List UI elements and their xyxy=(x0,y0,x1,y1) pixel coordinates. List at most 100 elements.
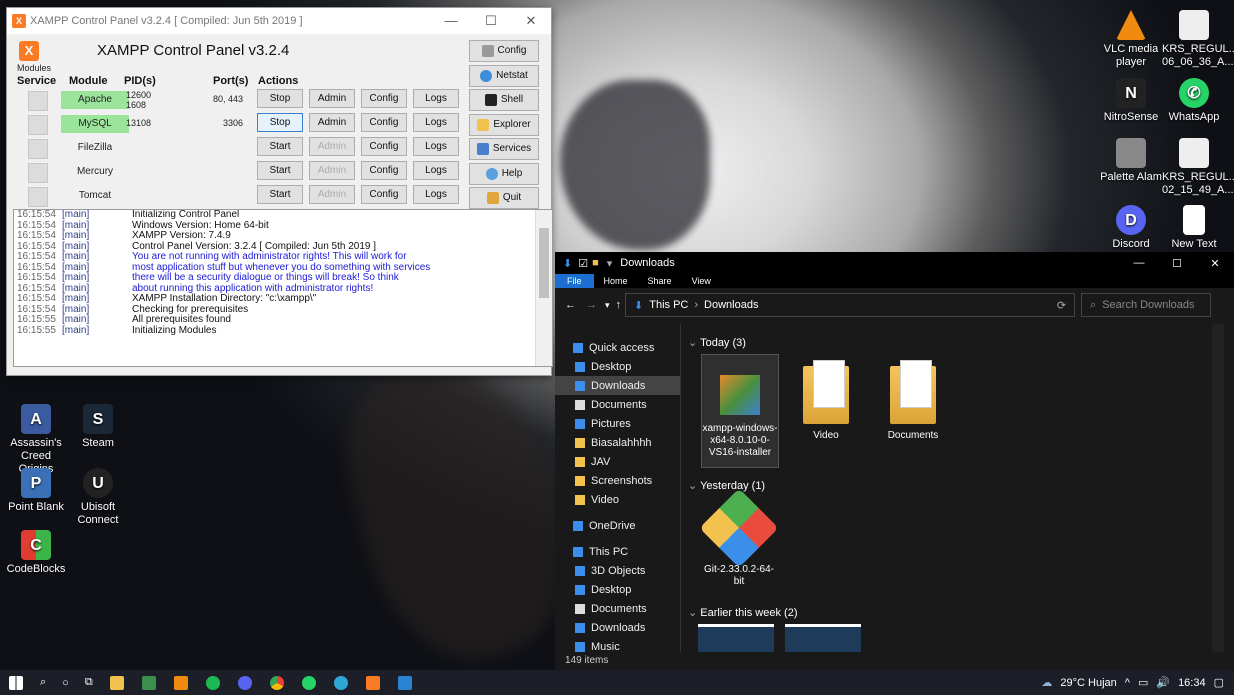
maximize-button[interactable]: ☐ xyxy=(1158,257,1196,270)
explorer-titlebar[interactable]: ⬇ ☑ ■ ▾ Downloads — ☐ ✕ xyxy=(555,252,1234,274)
thumbnail[interactable] xyxy=(785,624,861,652)
address-bar[interactable]: ⬇ This PC › Downloads ⟳ xyxy=(625,293,1076,317)
quit-button[interactable]: Quit xyxy=(469,187,539,209)
desktop-icon-pointblank[interactable]: P Point Blank xyxy=(4,468,68,514)
config-button[interactable]: Config xyxy=(361,113,407,132)
breadcrumb-downloads[interactable]: Downloads xyxy=(704,299,758,311)
nav-item-biasalahhhh[interactable]: Biasalahhhh xyxy=(555,433,680,452)
shell-button[interactable]: Shell xyxy=(469,89,539,111)
desktop-icon-steam[interactable]: S Steam xyxy=(66,404,130,450)
close-button[interactable]: ✕ xyxy=(511,13,551,29)
logs-button[interactable]: Logs xyxy=(413,113,459,132)
service-checkbox[interactable] xyxy=(28,163,48,183)
folder-documents[interactable]: Documents xyxy=(875,354,951,442)
logs-button[interactable]: Logs xyxy=(413,185,459,204)
nav-item-documents[interactable]: Documents xyxy=(555,395,680,414)
group-yesterday[interactable]: Yesterday (1) xyxy=(688,479,765,492)
notification-icon[interactable]: ▢ xyxy=(1214,676,1224,689)
nav-item-video[interactable]: Video xyxy=(555,490,680,509)
maximize-button[interactable]: ☐ xyxy=(471,13,511,29)
tab-file[interactable]: File xyxy=(555,274,594,288)
search-icon[interactable]: ⌕ xyxy=(40,676,46,689)
stop-button[interactable]: Stop xyxy=(257,113,303,132)
xampp-icon[interactable] xyxy=(365,675,380,690)
start-button[interactable]: Start xyxy=(257,161,303,180)
service-checkbox[interactable] xyxy=(28,187,48,207)
nav-item-desktop[interactable]: Desktop xyxy=(555,580,680,599)
windows-start-icon[interactable] xyxy=(9,675,23,690)
config-side-button[interactable]: Config xyxy=(469,40,539,62)
desktop-icon-newtext[interactable]: New Text xyxy=(1162,205,1226,251)
nav-item-this-pc[interactable]: This PC xyxy=(555,542,678,561)
vlc-icon[interactable] xyxy=(173,675,188,690)
desktop-icon-codeblocks[interactable]: C CodeBlocks xyxy=(4,530,68,576)
edge-icon[interactable] xyxy=(333,675,348,690)
volume-icon[interactable]: 🔊 xyxy=(1156,676,1170,689)
minimize-button[interactable]: — xyxy=(1120,257,1158,270)
logs-button[interactable]: Logs xyxy=(413,161,459,180)
desktop-icon-krs1[interactable]: KRS_REGUL... 06_06_36_A... xyxy=(1162,10,1234,69)
nav-item-documents[interactable]: Documents xyxy=(555,599,680,618)
config-button[interactable]: Config xyxy=(361,89,407,108)
refresh-icon[interactable]: ⟳ xyxy=(1057,299,1066,312)
logs-button[interactable]: Logs xyxy=(413,89,459,108)
desktop-icon-vlc[interactable]: VLC media player xyxy=(1099,10,1163,69)
services-button[interactable]: Services xyxy=(469,138,539,160)
nav-item-downloads[interactable]: Downloads xyxy=(555,376,680,395)
desktop-icon-nitrosense[interactable]: N NitroSense xyxy=(1099,78,1163,124)
desktop-icon-palette[interactable]: Palette Alam xyxy=(1099,138,1163,184)
close-button[interactable]: ✕ xyxy=(1196,257,1234,270)
service-checkbox[interactable] xyxy=(28,91,48,111)
service-checkbox[interactable] xyxy=(28,139,48,159)
whatsapp-icon[interactable] xyxy=(301,675,316,690)
admin-button[interactable]: Admin xyxy=(309,113,355,132)
service-checkbox[interactable] xyxy=(28,115,48,135)
recent-chevron-icon[interactable]: ▾ xyxy=(605,300,610,311)
desktop-icon-krs2[interactable]: KRS_REGUL... 02_15_49_A... xyxy=(1162,138,1234,197)
config-button[interactable]: Config xyxy=(361,185,407,204)
nav-item-3d-objects[interactable]: 3D Objects xyxy=(555,561,680,580)
config-button[interactable]: Config xyxy=(361,137,407,156)
file-item-xampp-installer[interactable]: xampp-windows-x64-8.0.10-0-VS16-installe… xyxy=(701,354,779,468)
file-list-scrollbar[interactable] xyxy=(1212,324,1224,652)
forward-icon[interactable]: → xyxy=(586,299,597,311)
nav-item-downloads[interactable]: Downloads xyxy=(555,618,680,637)
quick-access-toolbar-icon[interactable]: ☑ xyxy=(578,257,588,270)
up-icon[interactable]: ↑ xyxy=(616,299,622,311)
xampp-titlebar[interactable]: X XAMPP Control Panel v3.2.4 [ Compiled:… xyxy=(7,8,551,34)
log-scrollbar[interactable] xyxy=(535,210,552,366)
desktop-icon-whatsapp[interactable]: ✆ WhatsApp xyxy=(1162,78,1226,124)
task-view-icon[interactable]: ⧉ xyxy=(85,676,93,689)
nav-item-screenshots[interactable]: Screenshots xyxy=(555,471,680,490)
tab-home[interactable]: Home xyxy=(594,276,638,286)
chevron-down-icon[interactable]: ▾ xyxy=(607,257,613,270)
desktop-icon-ubisoft[interactable]: U Ubisoft Connect xyxy=(66,468,130,527)
weather-text[interactable]: 29°C Hujan xyxy=(1060,677,1116,689)
clock[interactable]: 16:34 xyxy=(1178,677,1206,689)
nav-item-quick-access[interactable]: Quick access xyxy=(555,338,678,357)
netstat-button[interactable]: Netstat xyxy=(469,65,539,87)
logs-button[interactable]: Logs xyxy=(413,137,459,156)
start-button[interactable]: Start xyxy=(257,137,303,156)
explorer-button[interactable]: Explorer xyxy=(469,114,539,136)
log-panel[interactable]: 16:15:54 [main] Initializing Control Panel… xyxy=(13,209,553,367)
minimize-button[interactable]: — xyxy=(431,13,471,29)
desktop-icon-discord[interactable]: D Discord xyxy=(1099,205,1163,251)
tab-view[interactable]: View xyxy=(682,276,721,286)
nav-item-desktop[interactable]: Desktop xyxy=(555,357,680,376)
folder-video[interactable]: Video xyxy=(788,354,864,442)
config-button[interactable]: Config xyxy=(361,161,407,180)
nav-item-pictures[interactable]: Pictures xyxy=(555,414,680,433)
tab-share[interactable]: Share xyxy=(638,276,682,286)
scroll-thumb[interactable] xyxy=(539,228,549,298)
cortana-icon[interactable]: ○ xyxy=(62,677,69,689)
tray-chevron-icon[interactable]: ^ xyxy=(1125,677,1130,689)
admin-button[interactable]: Admin xyxy=(309,89,355,108)
file-explorer-icon[interactable] xyxy=(109,675,124,690)
stop-button[interactable]: Stop xyxy=(257,89,303,108)
excel-icon[interactable] xyxy=(141,675,156,690)
search-input[interactable]: ⌕ Search Downloads xyxy=(1081,293,1212,317)
file-item-git-installer[interactable]: Git-2.33.0.2-64-bit xyxy=(699,488,779,588)
breadcrumb-thispc[interactable]: This PC xyxy=(649,299,688,311)
chrome-icon[interactable] xyxy=(269,675,284,690)
